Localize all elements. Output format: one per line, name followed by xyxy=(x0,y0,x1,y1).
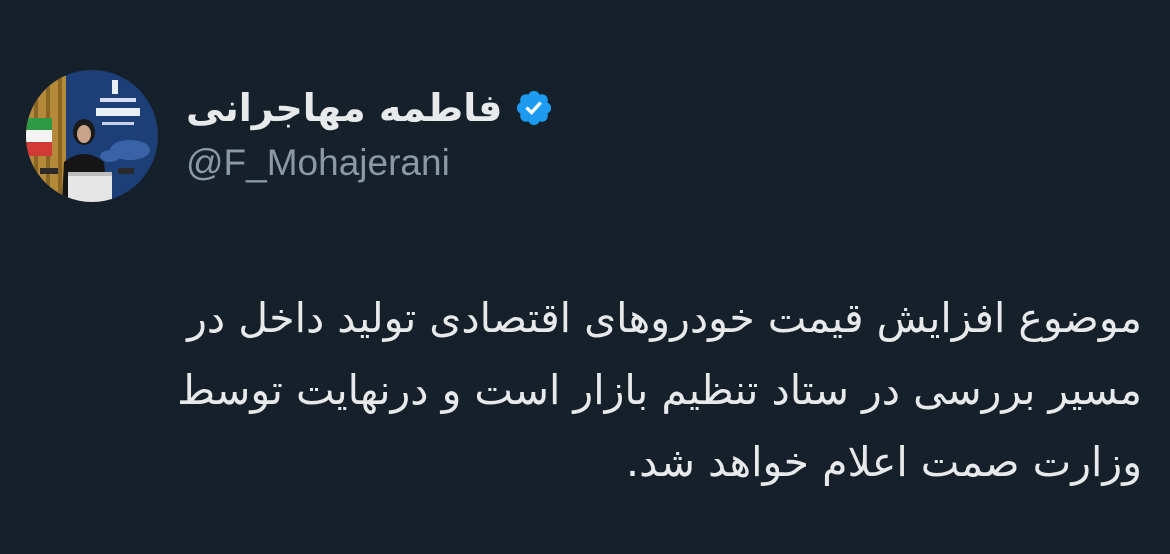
author-block[interactable]: فاطمه مهاجرانی @F_Mohajerani xyxy=(186,78,746,188)
tweet-text-line: مسیر بررسی در ستاد تنظیم بازار است و درن… xyxy=(177,366,1142,414)
tweet-text-line: موضوع افزایش قیمت خودروهای اقتصادی تولید… xyxy=(187,294,1142,342)
avatar[interactable] xyxy=(26,70,158,202)
avatar-photo xyxy=(26,70,158,202)
tweet-card[interactable]: فاطمه مهاجرانی @F_Mohajerani موضوع افزای… xyxy=(0,0,1170,554)
author-name-row: فاطمه مهاجرانی xyxy=(186,78,746,138)
author-display-name[interactable]: فاطمه مهاجرانی xyxy=(186,86,502,130)
tweet-text-line: وزارت صمت اعلام خواهد شد. xyxy=(626,438,1142,486)
tweet-text: موضوع افزایش قیمت خودروهای اقتصادی تولید… xyxy=(22,282,1142,498)
author-handle[interactable]: @F_Mohajerani xyxy=(186,142,746,184)
verified-badge-icon xyxy=(514,88,554,128)
